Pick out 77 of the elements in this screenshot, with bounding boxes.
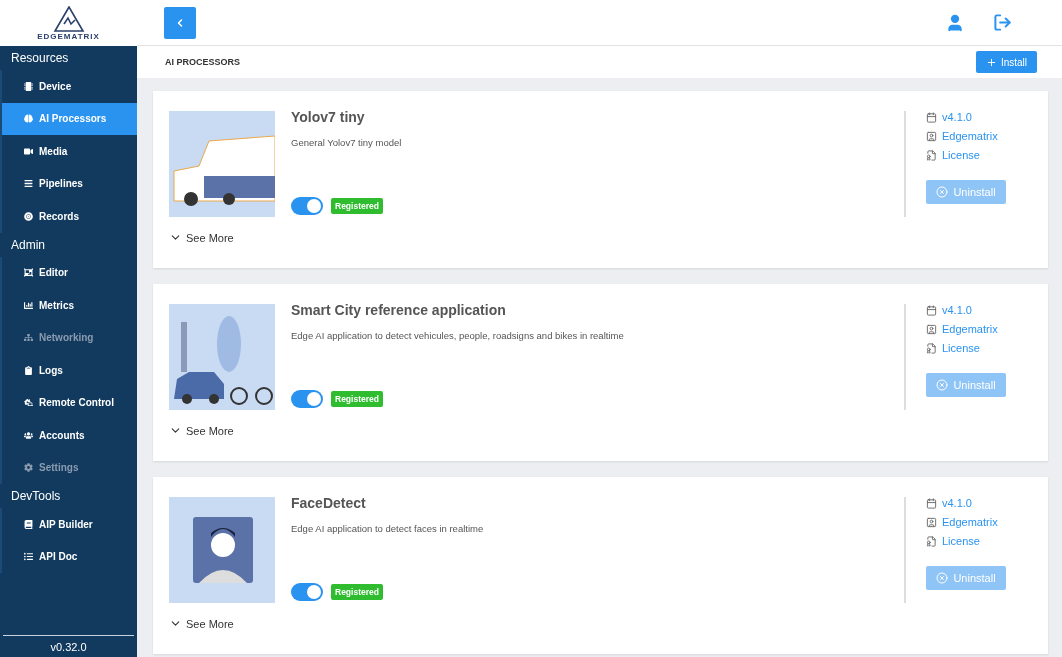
page-title: AI PROCESSORS <box>165 57 241 67</box>
circle-x-icon <box>936 572 949 584</box>
sidebar-item-label: AIP Builder <box>39 518 93 530</box>
processor-description: Edge AI application to detect faces in realtime <box>291 523 485 534</box>
back-button[interactable] <box>164 6 196 39</box>
version-label: v0.32.0 <box>3 635 134 657</box>
author-link[interactable]: Edgematrix <box>926 323 1032 335</box>
sidebar-item[interactable]: AI Processors <box>0 102 137 135</box>
chip-icon <box>24 81 33 91</box>
user-icon[interactable] <box>945 12 965 33</box>
sidebar-item-label: Editor <box>39 267 68 279</box>
calendar-icon <box>926 497 937 509</box>
brain-icon <box>24 114 33 124</box>
video-camera-icon <box>24 146 33 156</box>
circle-x-icon <box>936 186 949 198</box>
see-more-toggle[interactable]: See More <box>169 617 904 630</box>
sidebar-item-label: Pipelines <box>39 178 83 190</box>
network-icon <box>24 333 33 343</box>
certificate-icon <box>926 342 937 354</box>
section-title: DevTools <box>10 488 62 505</box>
list-icon <box>24 552 33 562</box>
sidebar-item-label: Metrics <box>39 299 74 311</box>
logo-text: EDGEMATRIX <box>37 31 100 41</box>
book-icon <box>24 519 33 529</box>
license-link[interactable]: License <box>926 149 1032 161</box>
sidebar-item-label: Records <box>39 210 79 222</box>
circle-x-icon <box>936 379 949 391</box>
certificate-icon <box>926 149 937 161</box>
sidebar-item-label: Device <box>39 80 72 92</box>
processor-title: Yolov7 tiny <box>291 109 366 125</box>
clipboard-icon <box>24 365 33 375</box>
install-button[interactable]: Install <box>975 51 1037 73</box>
sidebar-item-label: Accounts <box>39 429 85 441</box>
version-link[interactable]: v4.1.0 <box>926 304 1032 316</box>
see-more-toggle[interactable]: See More <box>169 231 904 244</box>
logout-icon[interactable] <box>993 13 1012 32</box>
record-icon <box>24 211 33 221</box>
status-badge: Registered <box>331 198 383 214</box>
enable-switch[interactable] <box>291 583 323 601</box>
user-card-icon <box>926 130 937 142</box>
author-link[interactable]: Edgematrix <box>926 130 1032 142</box>
frame-icon <box>24 268 33 278</box>
bar-chart-icon <box>24 300 33 310</box>
house-laptop-icon <box>24 398 33 408</box>
certificate-icon <box>926 535 937 547</box>
processor-title: Smart City reference application <box>291 302 507 318</box>
users-icon <box>24 430 33 440</box>
version-link[interactable]: v4.1.0 <box>926 497 1032 509</box>
sidebar-item-label: Remote Control <box>39 397 114 409</box>
processor-description: General Yolov7 tiny model <box>291 137 403 148</box>
sidebar-item-label: Networking <box>39 332 94 344</box>
menu-icon <box>24 179 33 189</box>
user-card-icon <box>926 516 937 528</box>
sidebar-item-label: AI Processors <box>39 113 107 125</box>
sidebar-item-label: Media <box>39 145 68 157</box>
enable-switch[interactable] <box>291 197 323 215</box>
sidebar-item-label: Logs <box>39 364 63 376</box>
processor-description: Edge AI application to detect vehicules, people, roadsigns and bikes in realtime <box>291 330 625 341</box>
sidebar-item-label: API Doc <box>39 551 78 563</box>
see-more-toggle[interactable]: See More <box>169 424 904 437</box>
version-link[interactable]: v4.1.0 <box>926 111 1032 123</box>
calendar-icon <box>926 304 937 316</box>
logo-icon <box>51 5 86 32</box>
status-badge: Registered <box>331 391 383 407</box>
plus-icon <box>985 56 997 68</box>
status-badge: Registered <box>331 584 383 600</box>
section-title: Resources <box>10 50 70 67</box>
enable-switch[interactable] <box>291 390 323 408</box>
author-link[interactable]: Edgematrix <box>926 516 1032 528</box>
settings-icon <box>24 463 33 473</box>
calendar-icon <box>926 111 937 123</box>
user-card-icon <box>926 323 937 335</box>
license-link[interactable]: License <box>926 342 1032 354</box>
license-link[interactable]: License <box>926 535 1032 547</box>
processor-title: FaceDetect <box>291 495 367 511</box>
sidebar-item-label: Settings <box>39 462 79 474</box>
section-title: Admin <box>10 236 46 254</box>
